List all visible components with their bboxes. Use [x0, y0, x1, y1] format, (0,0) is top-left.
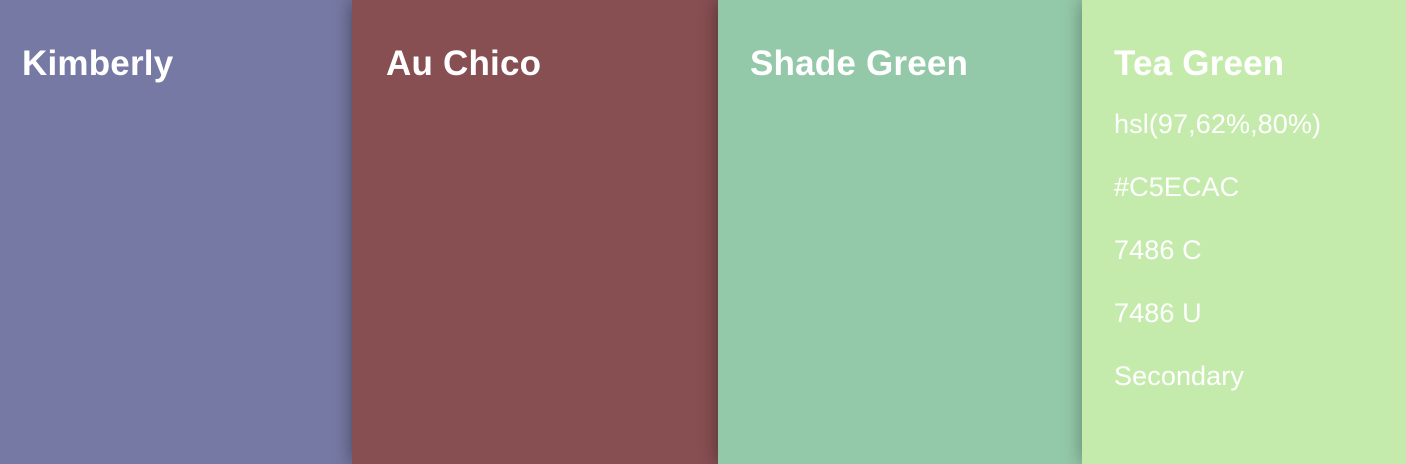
hsl-value: hsl(97,62%,80%) — [1114, 109, 1322, 139]
swatch-name: Shade Green — [750, 44, 969, 83]
swatch-shade-green[interactable]: Shade Green — [718, 0, 1082, 464]
swatch-details: hsl(97,62%,80%) #C5ECAC 7486 C 7486 U Se… — [1114, 108, 1406, 423]
pantone-coated-value: 7486 C — [1114, 235, 1202, 265]
pantone-uncoated-value: 7486 U — [1114, 298, 1202, 328]
swatch-name: Kimberly — [22, 44, 174, 83]
swatch-name: Tea Green — [1114, 44, 1285, 83]
hex-value: #C5ECAC — [1114, 172, 1240, 202]
swatch-kimberly[interactable]: Kimberly — [0, 0, 352, 464]
swatch-tea-green[interactable]: Tea Green hsl(97,62%,80%) #C5ECAC 7486 C… — [1082, 0, 1406, 464]
color-role: Secondary — [1114, 361, 1244, 391]
swatch-au-chico[interactable]: Au Chico — [352, 0, 718, 464]
swatch-name: Au Chico — [386, 44, 542, 83]
color-palette: Kimberly Au Chico Shade Green Tea Green … — [0, 0, 1406, 464]
